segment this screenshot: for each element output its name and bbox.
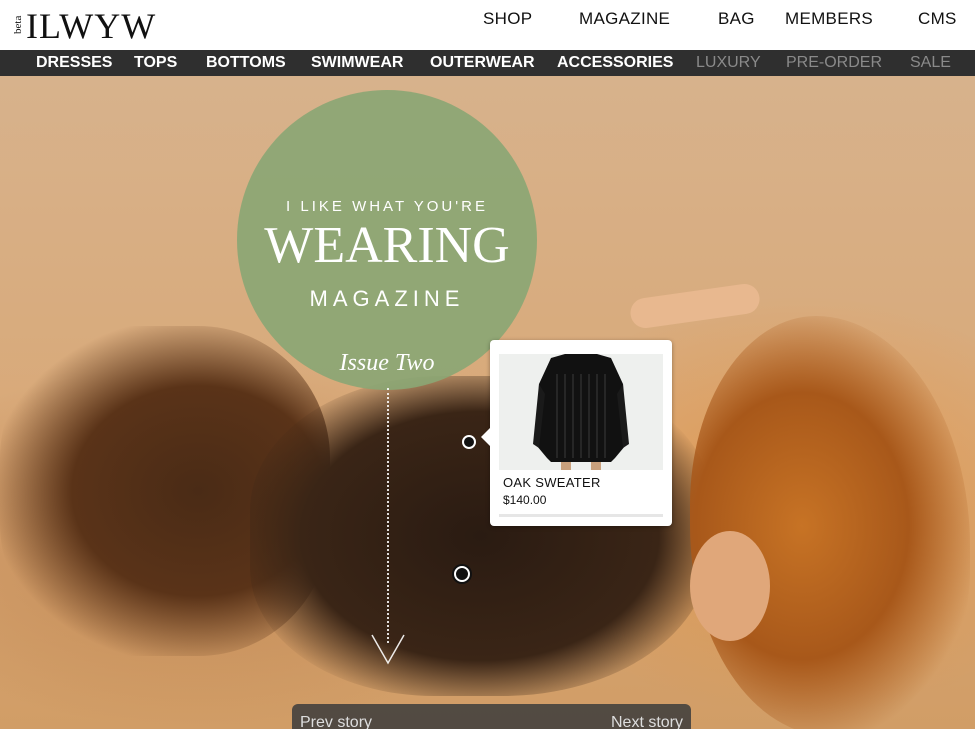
magazine-title: WEARING	[264, 217, 510, 274]
category-dresses[interactable]: DRESSES	[36, 54, 112, 72]
product-hotspot-sweater[interactable]	[462, 435, 476, 449]
next-story-link[interactable]: Next story	[611, 714, 683, 729]
prev-story-link[interactable]: Prev story	[300, 714, 372, 729]
category-swimwear[interactable]: SWIMWEAR	[311, 54, 403, 72]
category-luxury[interactable]: LUXURY	[696, 54, 761, 72]
product-divider	[499, 514, 663, 517]
model-hair	[690, 316, 970, 729]
product-image[interactable]	[499, 354, 663, 470]
product-price: $140.00	[503, 493, 547, 507]
category-bottoms[interactable]: BOTTOMS	[206, 54, 286, 72]
model-arm	[628, 282, 762, 330]
product-name: OAK SWEATER	[503, 475, 601, 490]
category-sale[interactable]: SALE	[910, 54, 951, 72]
model-face	[690, 531, 770, 641]
scroll-down-arrow-icon[interactable]	[370, 631, 406, 667]
product-hotspot-ring[interactable]	[454, 566, 470, 582]
category-accessories[interactable]: ACCESSORIES	[557, 54, 673, 72]
nav-shop[interactable]: SHOP	[483, 9, 532, 29]
nav-bag[interactable]: BAG	[718, 9, 755, 29]
nav-cms[interactable]: CMS	[918, 9, 957, 29]
product-tooltip[interactable]: OAK SWEATER $140.00	[481, 340, 672, 526]
hero-image: I LIKE WHAT YOU'RE WEARING MAGAZINE Issu…	[0, 76, 975, 729]
tooltip-pointer	[481, 428, 490, 446]
nav-members[interactable]: MEMBERS	[785, 9, 873, 29]
category-tops[interactable]: TOPS	[134, 54, 177, 72]
magazine-subtitle: MAGAZINE	[309, 286, 465, 311]
dotted-guide-line	[387, 388, 389, 643]
category-bar: DRESSES TOPS BOTTOMS SWIMWEAR OUTERWEAR …	[0, 50, 975, 76]
category-pre-order[interactable]: PRE-ORDER	[786, 54, 882, 72]
top-header: beta ILWYW SHOP MAGAZINE BAG MEMBERS CMS	[0, 0, 975, 50]
category-outerwear[interactable]: OUTERWEAR	[430, 54, 535, 72]
nav-magazine[interactable]: MAGAZINE	[579, 9, 670, 29]
main-nav: SHOP MAGAZINE BAG MEMBERS CMS	[0, 9, 975, 29]
story-navigation: Prev story Next story	[292, 704, 691, 729]
magazine-kicker: I LIKE WHAT YOU'RE	[286, 198, 488, 215]
sweater-image-icon	[499, 354, 663, 470]
